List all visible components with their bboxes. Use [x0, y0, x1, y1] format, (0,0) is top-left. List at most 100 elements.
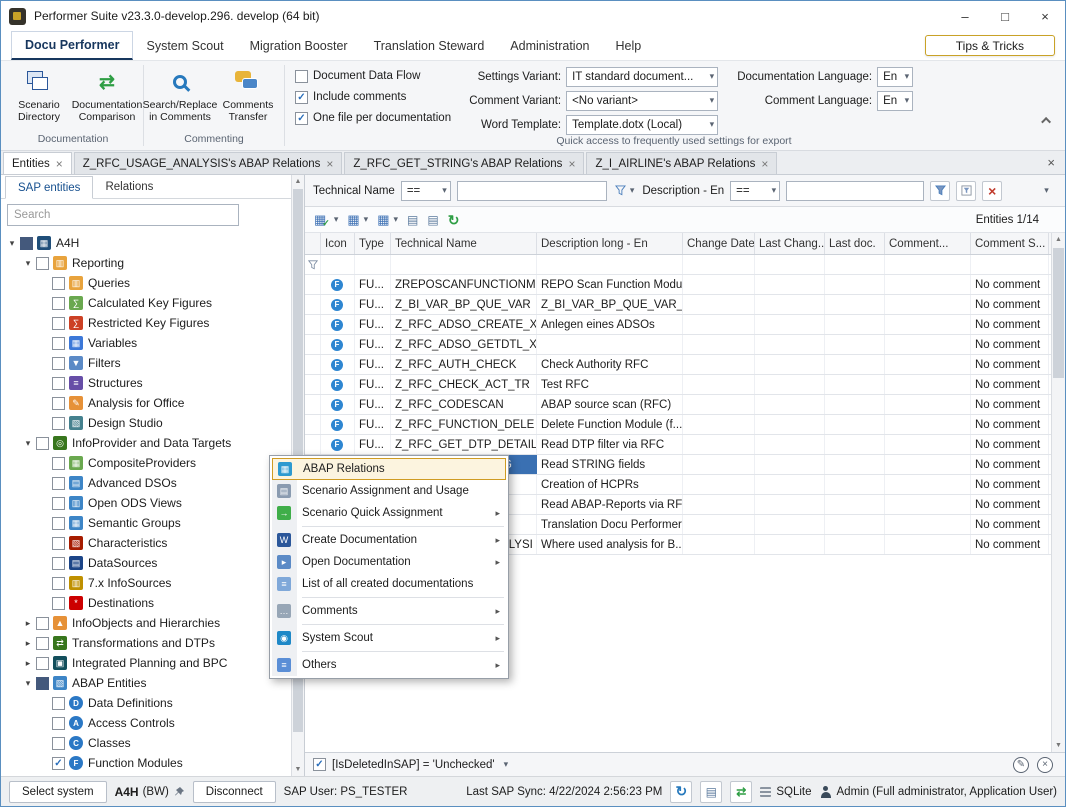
- grid-filter-cell[interactable]: [971, 255, 1049, 274]
- tree-item-open-ods-views[interactable]: ▥Open ODS Views: [1, 493, 288, 513]
- grid-filter-cell[interactable]: [885, 255, 971, 274]
- tree-item-queries[interactable]: ▥Queries: [1, 273, 288, 293]
- close-icon[interactable]: ×: [326, 157, 333, 171]
- tree-checkbox[interactable]: [36, 657, 49, 670]
- table-row[interactable]: FFU...Z_RFC_FUNCTION_DELEDelete Function…: [305, 415, 1065, 435]
- tree-checkbox[interactable]: [36, 637, 49, 650]
- search-input[interactable]: [7, 204, 239, 226]
- grid-column-header-icon[interactable]: Icon: [321, 233, 355, 254]
- context-menu-item-create-documentation[interactable]: WCreate Documentation▸: [272, 529, 506, 551]
- grid-column-header-type[interactable]: Type: [355, 233, 391, 254]
- scroll-down-icon[interactable]: ▼: [1052, 739, 1065, 752]
- tree-item-design-studio[interactable]: ▧Design Studio: [1, 413, 288, 433]
- context-menu-item-open-documentation[interactable]: ▸Open Documentation▸: [272, 551, 506, 573]
- ribbon-checkbox-one-file-per-documentation[interactable]: ✓One file per documentation: [295, 110, 451, 126]
- dropdown-settings-variant[interactable]: IT standard document...▾: [566, 67, 718, 87]
- tree-item-data-definitions[interactable]: DData Definitions: [1, 693, 288, 713]
- tree-checkbox[interactable]: [52, 577, 65, 590]
- grid-column-header-change-date[interactable]: Change Date: [683, 233, 755, 254]
- description-operator-dropdown[interactable]: == ▾: [730, 181, 780, 201]
- tree-checkbox[interactable]: [52, 477, 65, 490]
- tree-item-calculated-key-figures[interactable]: ∑Calculated Key Figures: [1, 293, 288, 313]
- export-button[interactable]: ▤: [424, 210, 441, 230]
- grid-column-header-comment-s[interactable]: Comment S...: [971, 233, 1049, 254]
- tree-checkbox[interactable]: [52, 397, 65, 410]
- context-menu-item-system-scout[interactable]: ◉System Scout▸: [272, 627, 506, 649]
- pin-icon[interactable]: [173, 786, 185, 798]
- tree-item-access-controls[interactable]: AAccess Controls: [1, 713, 288, 733]
- tree-expander-icon[interactable]: ▸: [21, 638, 35, 649]
- grid-scrollbar[interactable]: ▲ ▼: [1051, 233, 1065, 752]
- tree-item-variables[interactable]: ▦Variables: [1, 333, 288, 353]
- footer-filter-checkbox[interactable]: ✓: [313, 758, 326, 771]
- grid-filter-cell[interactable]: [825, 255, 885, 274]
- tree-checkbox[interactable]: [52, 277, 65, 290]
- tree-item-characteristics[interactable]: ▧Characteristics: [1, 533, 288, 553]
- grid-column-header-last-doc[interactable]: Last doc.: [825, 233, 885, 254]
- filter-type-button[interactable]: ▾: [613, 181, 637, 201]
- search-replace-comments-button[interactable]: Search/Replace in Comments: [146, 64, 214, 133]
- tree-expander-icon[interactable]: ▸: [21, 658, 35, 669]
- collapse-ribbon-button[interactable]: [1039, 112, 1055, 128]
- scroll-down-icon[interactable]: ▼: [292, 763, 304, 776]
- tree-item-datasources[interactable]: ▤DataSources: [1, 553, 288, 573]
- tree-checkbox[interactable]: [52, 297, 65, 310]
- context-menu-item-list-of-all-created-documentations[interactable]: ≡List of all created documentations: [272, 573, 506, 595]
- tree-item-filters[interactable]: ▼Filters: [1, 353, 288, 373]
- filter-designer-button[interactable]: [956, 181, 976, 201]
- dropdown-comment-language[interactable]: En▾: [877, 91, 913, 111]
- tree-item-destinations[interactable]: *Destinations: [1, 593, 288, 613]
- sync-button[interactable]: ↻: [670, 781, 692, 803]
- tree-item-semantic-groups[interactable]: ▦Semantic Groups: [1, 513, 288, 533]
- tree-expander-icon[interactable]: ▾: [21, 438, 35, 449]
- document-tab-z-rfc-usage-analysis-s-abap-relations[interactable]: Z_RFC_USAGE_ANALYSIS's ABAP Relations×: [74, 152, 343, 174]
- tree-item-function-modules[interactable]: ✓FFunction Modules: [1, 753, 288, 773]
- close-button[interactable]: ×: [1025, 1, 1065, 31]
- table-row[interactable]: FFU...Z_RFC_CHECK_ACT_TRTest RFCNo comme…: [305, 375, 1065, 395]
- tree-checkbox[interactable]: [52, 517, 65, 530]
- menu-tab-translation-steward[interactable]: Translation Steward: [361, 31, 498, 60]
- close-icon[interactable]: ×: [568, 157, 575, 171]
- grid-filter-cell[interactable]: [683, 255, 755, 274]
- tree-checkbox[interactable]: ✓: [52, 757, 65, 770]
- tree-checkbox[interactable]: [52, 537, 65, 550]
- tree-item-reporting[interactable]: ▾▥Reporting: [1, 253, 288, 273]
- tree-checkbox[interactable]: [52, 357, 65, 370]
- tree-item-analysis-for-office[interactable]: ✎Analysis for Office: [1, 393, 288, 413]
- tree-expander-icon[interactable]: ▾: [21, 678, 35, 689]
- close-filter-icon[interactable]: ×: [1037, 757, 1053, 773]
- document-tab-z-i-airline-s-abap-relations[interactable]: Z_I_AIRLINE's ABAP Relations×: [586, 152, 777, 174]
- tree-item-classes[interactable]: CClasses: [1, 733, 288, 753]
- context-menu-item-abap-relations[interactable]: ▦ABAP Relations: [272, 458, 506, 480]
- tree-expander-icon[interactable]: ▾: [21, 258, 35, 269]
- filter-options-button[interactable]: ▾: [1035, 181, 1055, 201]
- dropdown-word-template[interactable]: Template.dotx (Local)▾: [566, 115, 718, 135]
- menu-tab-migration-booster[interactable]: Migration Booster: [237, 31, 361, 60]
- tree-checkbox[interactable]: [36, 257, 49, 270]
- select-system-button[interactable]: Select system: [9, 781, 107, 803]
- tree-checkbox[interactable]: [52, 497, 65, 510]
- tree-checkbox[interactable]: [36, 437, 49, 450]
- menu-tab-administration[interactable]: Administration: [497, 31, 602, 60]
- scrollbar-thumb[interactable]: [1053, 248, 1064, 378]
- grid-column-header-comment[interactable]: Comment...: [885, 233, 971, 254]
- tree-checkbox[interactable]: [52, 557, 65, 570]
- context-menu-item-others[interactable]: ≡Others▸: [272, 654, 506, 676]
- edit-filter-icon[interactable]: ✎: [1013, 757, 1029, 773]
- tree-item-compositeproviders[interactable]: ▦CompositeProviders: [1, 453, 288, 473]
- tree-checkbox[interactable]: [52, 417, 65, 430]
- copy-button[interactable]: ▤: [404, 210, 421, 230]
- tree-checkbox[interactable]: [52, 697, 65, 710]
- tree-item-transformations-and-dtps[interactable]: ▸⇄Transformations and DTPs: [1, 633, 288, 653]
- disconnect-button[interactable]: Disconnect: [193, 781, 276, 803]
- description-filter-input[interactable]: [786, 181, 924, 201]
- grid-filter-cell[interactable]: [755, 255, 825, 274]
- grid-filter-cell[interactable]: [355, 255, 391, 274]
- documentation-comparison-button[interactable]: ⇄ Documentation Comparison: [73, 64, 141, 133]
- tree-item-structures[interactable]: ≡Structures: [1, 373, 288, 393]
- menu-tab-docu-performer[interactable]: Docu Performer: [11, 31, 133, 60]
- context-menu-item-comments[interactable]: …Comments▸: [272, 600, 506, 622]
- sidebar-tab-sap-entities[interactable]: SAP entities: [5, 176, 93, 199]
- tree-item-infoobjects-and-hierarchies[interactable]: ▸▲InfoObjects and Hierarchies: [1, 613, 288, 633]
- tree-item-advanced-dsos[interactable]: ▤Advanced DSOs: [1, 473, 288, 493]
